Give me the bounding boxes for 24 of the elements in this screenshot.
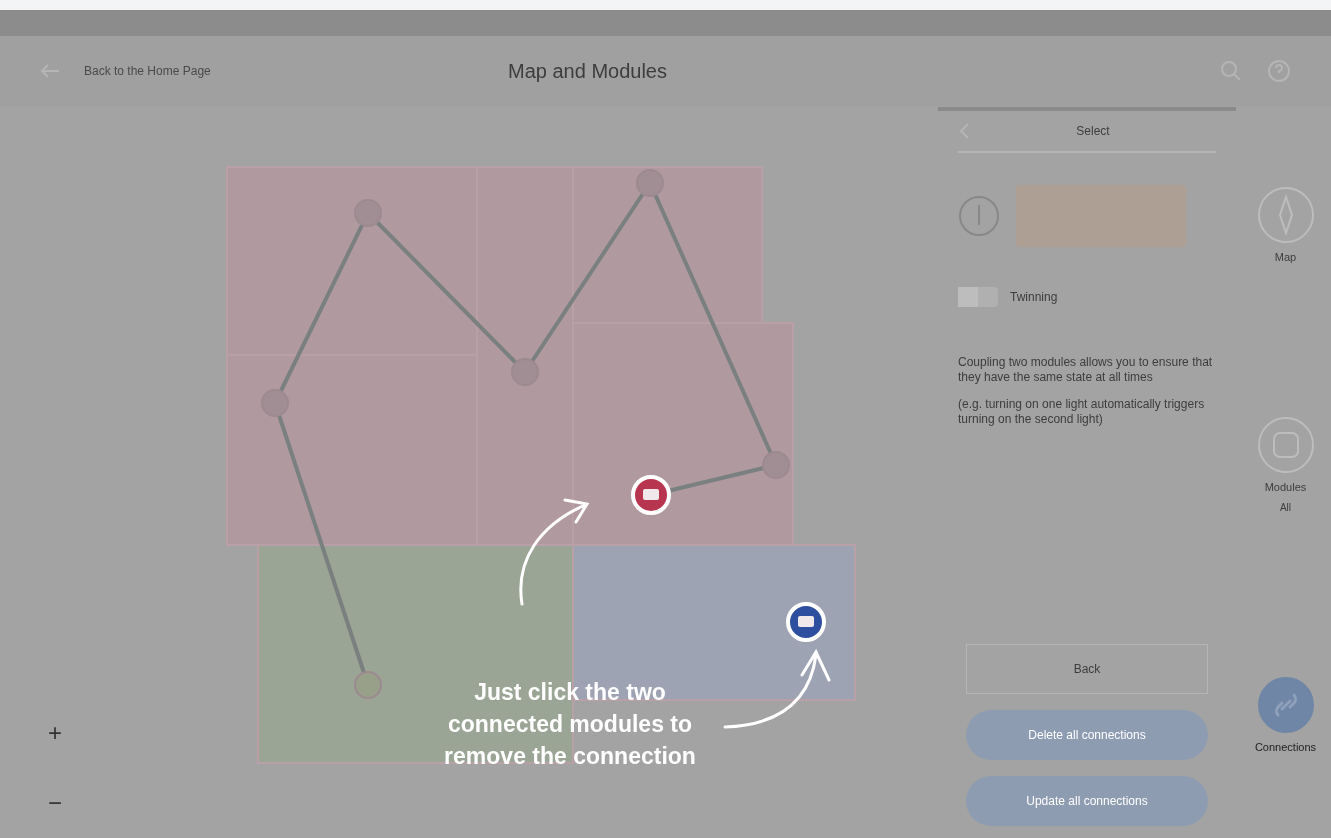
hint-text: Just click the two connected modules to remove the connection bbox=[443, 678, 697, 771]
nav-sublabel: All bbox=[1279, 500, 1292, 515]
back-link[interactable]: Back to the Home Page bbox=[84, 62, 484, 80]
nav-label: Connections bbox=[1254, 740, 1317, 755]
nav-label: Modules bbox=[1264, 480, 1307, 495]
zoom-out-button[interactable]: − bbox=[40, 785, 70, 815]
compass-icon bbox=[1255, 185, 1316, 245]
toggle-label: Twinning bbox=[1010, 289, 1058, 306]
zoom-in-button[interactable]: + bbox=[40, 715, 70, 745]
side-nav-item[interactable]: Map bbox=[1240, 185, 1331, 266]
side-nav-item[interactable]: Modules All bbox=[1240, 415, 1331, 515]
link-icon bbox=[1255, 675, 1316, 735]
back-button[interactable]: Back bbox=[966, 644, 1208, 694]
panel-title: Select bbox=[1075, 123, 1111, 140]
connections-button[interactable]: Update all connections bbox=[966, 776, 1208, 826]
description-text: (e.g. turning on one light automatically triggers turning on the second light) bbox=[958, 397, 1206, 427]
module-icon bbox=[1255, 415, 1316, 475]
side-nav-item[interactable]: Connections bbox=[1240, 675, 1331, 756]
info-icon bbox=[958, 195, 1000, 237]
page-title: Map and Modules bbox=[508, 59, 667, 84]
nav-label: Map bbox=[1274, 250, 1297, 265]
description-text: Coupling two modules allows you to ensure that they have the same state at all times bbox=[958, 355, 1214, 385]
toggle-switch[interactable] bbox=[958, 287, 998, 307]
connections-button[interactable]: Delete all connections bbox=[966, 710, 1208, 760]
